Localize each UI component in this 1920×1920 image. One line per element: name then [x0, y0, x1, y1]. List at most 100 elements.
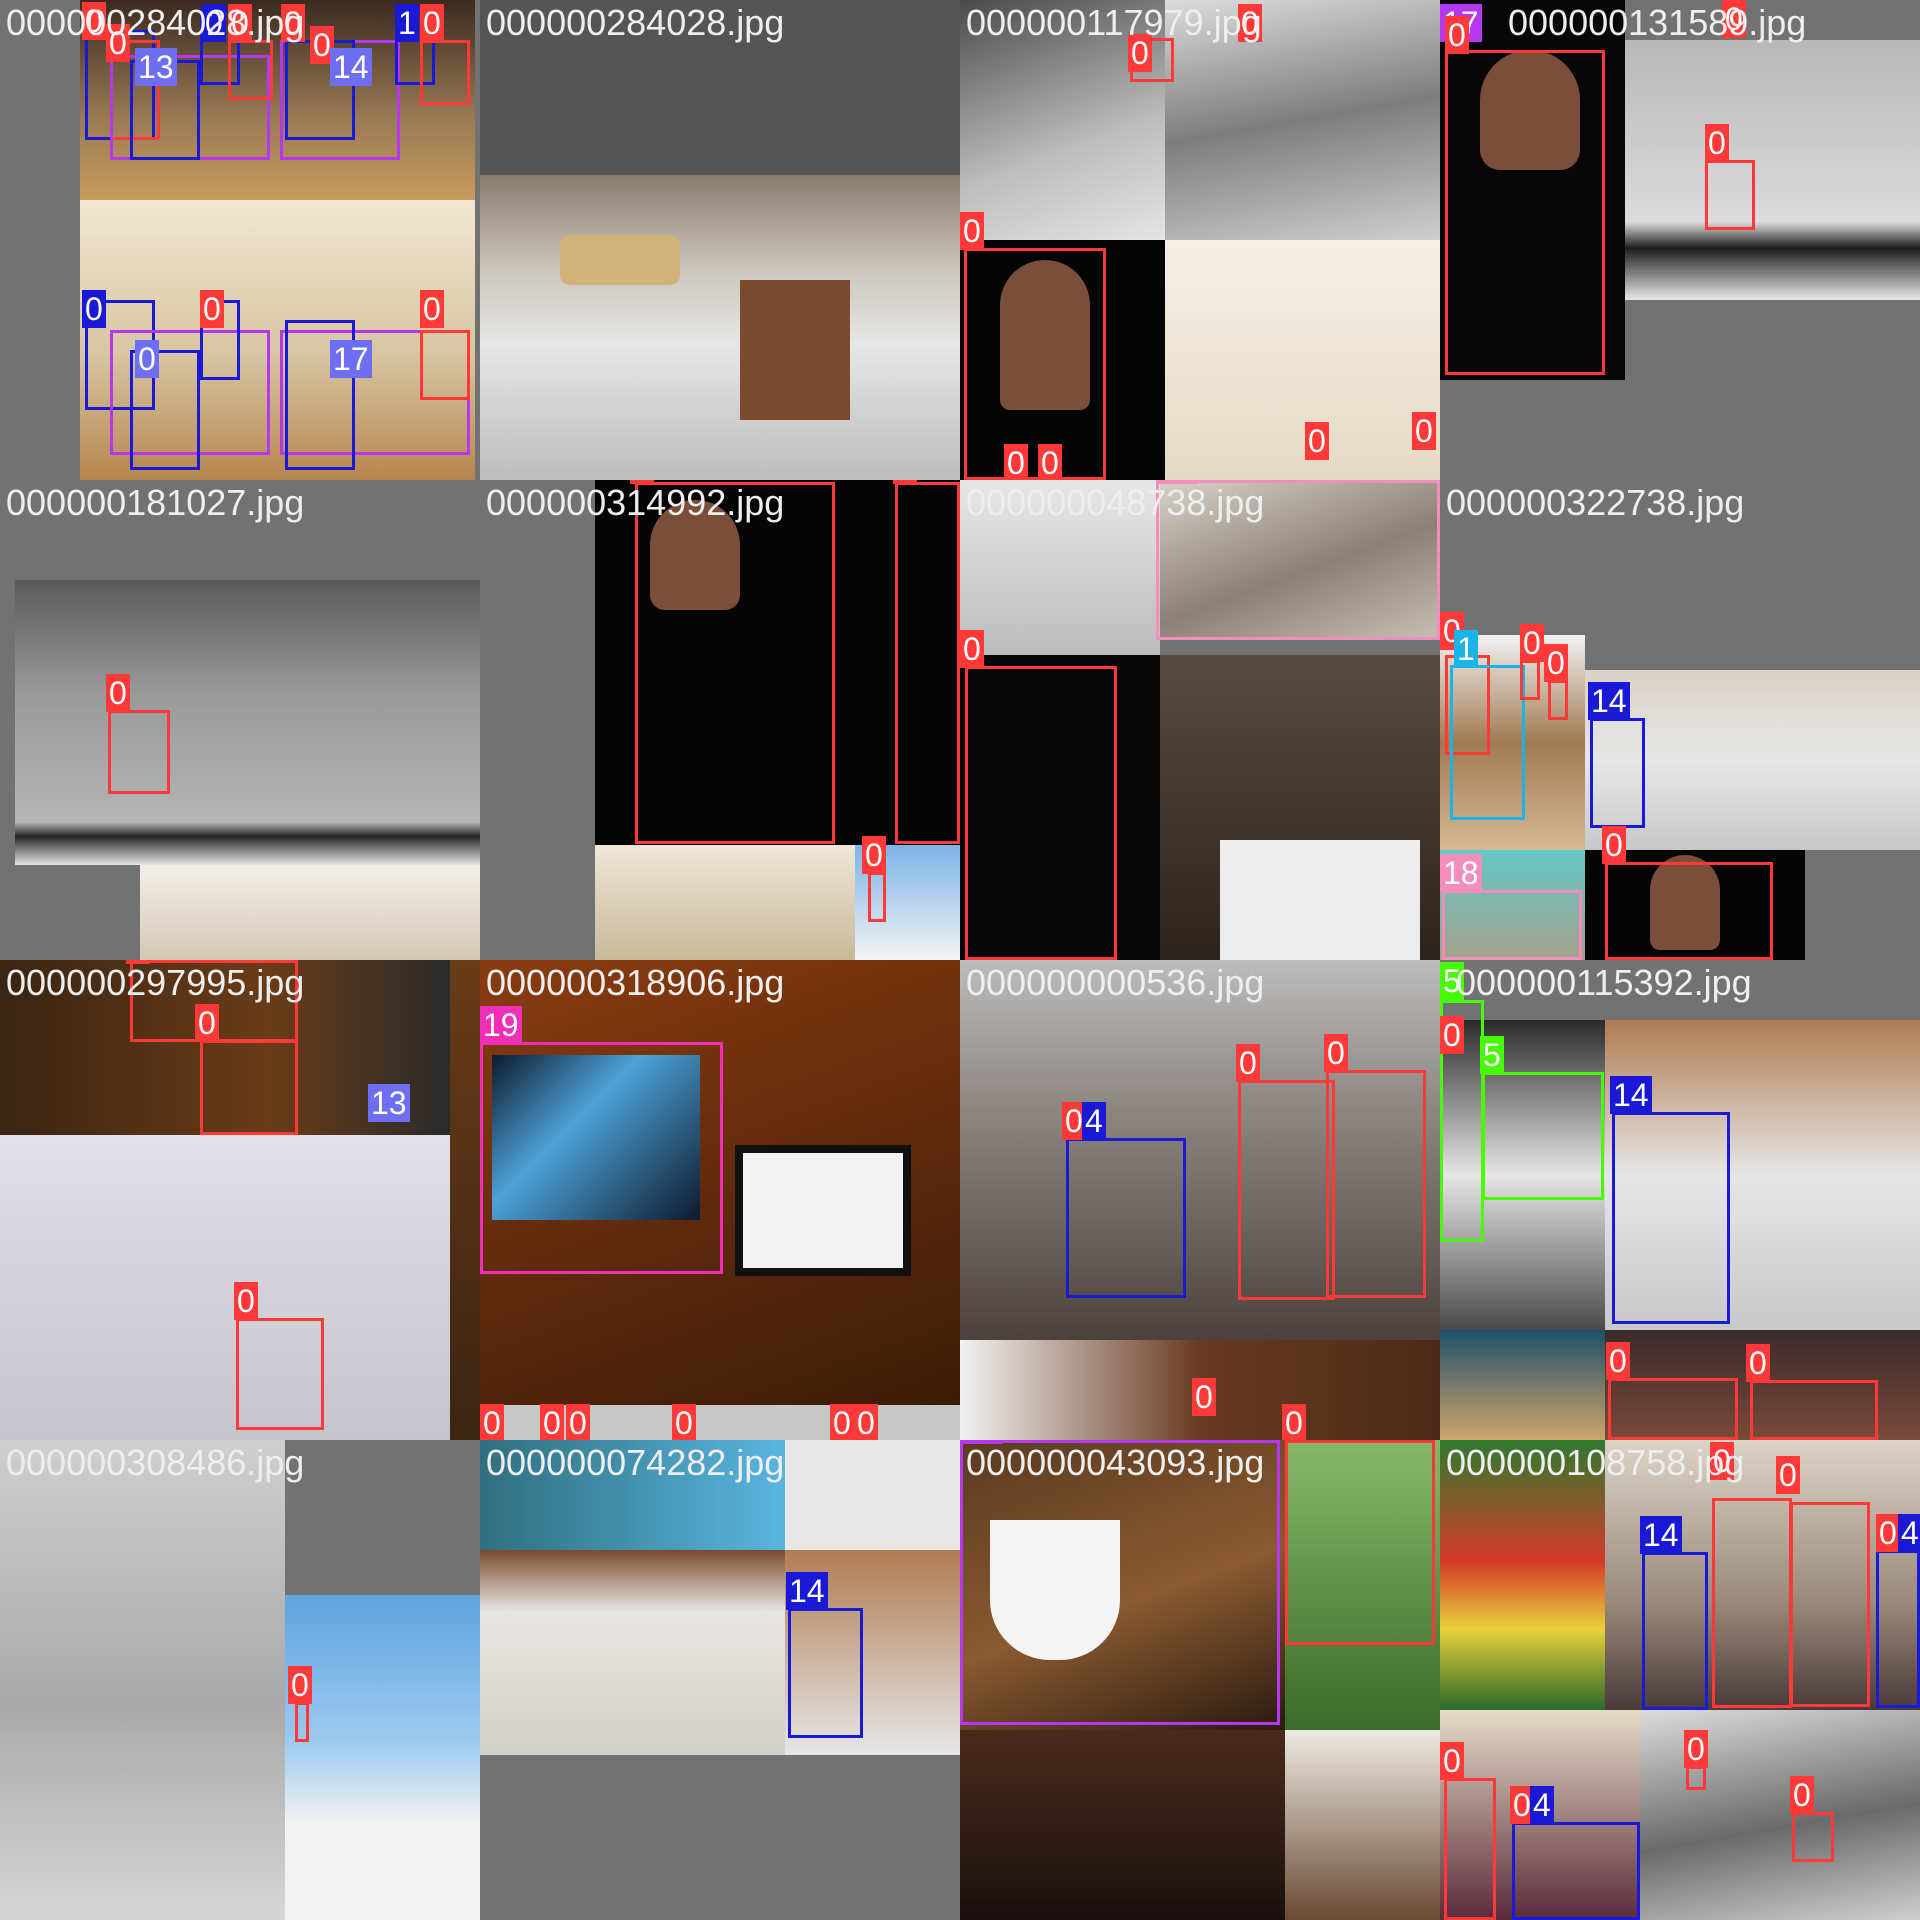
bbox — [420, 330, 470, 400]
bbox — [420, 40, 470, 105]
bbox-label: 4 — [1082, 1102, 1106, 1140]
bbox-label: 13 — [368, 1084, 410, 1122]
laptop-screen — [1220, 840, 1420, 960]
mosaic-tile: 000000297995.jpg 0 0 13 0 — [0, 960, 480, 1440]
room-photo — [595, 845, 855, 960]
bbox — [964, 248, 1106, 480]
tile-filename: 000000308486.jpg — [6, 1442, 305, 1483]
bbox-label: 0 — [1192, 1378, 1216, 1416]
bbox-label: 1 — [1454, 630, 1478, 668]
bbox — [1750, 1380, 1878, 1440]
bbox-label: 0 — [195, 1004, 219, 1042]
bbox-label: 0 — [566, 1404, 590, 1440]
bbox-label: 0 — [1412, 412, 1436, 450]
bbox-label: 0 — [1440, 1016, 1464, 1054]
bbox-label: 0 — [1684, 1730, 1708, 1768]
pillow — [560, 235, 680, 285]
tile-filename: 000000131589.jpg — [1508, 2, 1807, 43]
bbox — [1705, 160, 1755, 230]
bbox-label: 0 — [480, 1404, 504, 1440]
bbox — [1612, 1112, 1730, 1324]
bbox — [1285, 1440, 1435, 1645]
mosaic-tile: 000000284028.jpg — [480, 0, 960, 480]
bbox-label: 0 — [1876, 1514, 1900, 1552]
bbox-label: 0 — [1746, 1344, 1770, 1382]
bbox — [200, 1040, 298, 1135]
bedroom-photo — [480, 175, 960, 480]
bbox-label: 0 — [854, 1404, 878, 1440]
bbox-label: 0 — [1776, 1456, 1800, 1494]
bbox — [1686, 1766, 1706, 1790]
bbox-label: 0 — [135, 340, 159, 378]
tile-filename: 000000000536.jpg — [966, 962, 1265, 1003]
bbox-label: 0 — [862, 836, 886, 874]
snow-strip-photo — [785, 1440, 960, 1550]
bbox — [1792, 1812, 1834, 1862]
bbox — [1712, 1498, 1792, 1708]
tile-filename: 000000314992.jpg — [486, 482, 785, 523]
fog-photo — [0, 1440, 285, 1920]
bbox-label: 0 — [1282, 1404, 1306, 1440]
bbox — [480, 1042, 723, 1274]
bbox — [1512, 1822, 1640, 1920]
mosaic-tile: 000000000536.jpg 0 4 0 0 0 0 — [960, 960, 1440, 1440]
bbox-label: 0 — [1004, 444, 1028, 480]
mosaic-tile: 000000048738.jpg 18 0 — [960, 480, 1440, 960]
bbox — [1790, 1502, 1870, 1707]
bbox-label: 0 — [288, 1666, 312, 1704]
bbox — [1548, 680, 1568, 720]
bbox-label: 0 — [420, 290, 444, 328]
tile-filename: 000000115392.jpg — [1456, 962, 1752, 1003]
bedroom-photo — [480, 1550, 785, 1755]
mosaic-tile: 000000308486.jpg 0 — [0, 1440, 480, 1920]
bbox — [108, 710, 170, 794]
bbox-label: 0 — [82, 290, 106, 328]
bbox-label: 0 — [200, 290, 224, 328]
bbox — [1520, 660, 1540, 700]
bbox-label: 14 — [1588, 682, 1630, 720]
bbox — [1442, 890, 1582, 960]
bbox-label: 0 — [1790, 1776, 1814, 1814]
bbox — [965, 666, 1117, 960]
room-photo — [1165, 240, 1440, 480]
bbox — [1238, 1080, 1335, 1300]
sky-photo — [15, 580, 480, 865]
tile-filename: 000000117979.jpg — [966, 2, 1262, 43]
mosaic-tile: 000000117979.jpg 0 0 0 0 0 0 0 — [960, 0, 1440, 480]
bbox-label: 0 — [672, 1404, 696, 1440]
bbox-label: 0 — [830, 1404, 854, 1440]
bbox-label: 0 — [960, 630, 984, 668]
tile-filename: 000000284028.jpg — [6, 2, 305, 43]
bbox-label: 0 — [1324, 1034, 1348, 1072]
bbox-label: 0 — [234, 1282, 258, 1320]
surf-photo — [1640, 1710, 1920, 1920]
dresser — [740, 280, 850, 420]
bbox-label: 0 — [960, 212, 984, 250]
bbox — [788, 1608, 863, 1738]
bbox-label: 0 — [1440, 1742, 1464, 1780]
tile-filename: 000000181027.jpg — [6, 482, 305, 523]
bbox — [295, 1702, 309, 1742]
room-photo — [140, 865, 480, 960]
mosaic-tile: 000000115392.jpg 5 0 5 14 0 0 — [1440, 960, 1920, 1440]
bbox — [635, 482, 835, 844]
tile-filename: 000000108758.jpg — [1446, 1442, 1745, 1483]
bbox-label: 0 — [420, 4, 444, 42]
bbox — [1605, 862, 1773, 960]
bbox — [1608, 1378, 1738, 1440]
bbox — [1066, 1138, 1186, 1298]
bbox-label: 17 — [330, 340, 372, 378]
bbox-label: 4 — [1530, 1786, 1554, 1824]
bbox-label: 18 — [1440, 854, 1482, 892]
bbox-label: 14 — [786, 1572, 828, 1610]
bbox-label: 0 — [1038, 444, 1062, 480]
bbox-label: 0 — [1520, 624, 1544, 662]
bbox-label: 0 — [1445, 16, 1469, 54]
snowboard-photo — [0, 1135, 450, 1440]
room-photo — [1285, 1730, 1440, 1920]
mosaic-tile: 000000284028.jpg 0 0 13 0 0 0 0 14 1 0 0… — [0, 0, 480, 480]
mosaic-tile: 000000131589.jpg 17 0 0 0 — [1440, 0, 1920, 480]
bbox-label: 0 — [540, 1404, 564, 1440]
bbox-label: 5 — [1480, 1036, 1504, 1074]
tile-filename: 000000284028.jpg — [486, 2, 785, 43]
